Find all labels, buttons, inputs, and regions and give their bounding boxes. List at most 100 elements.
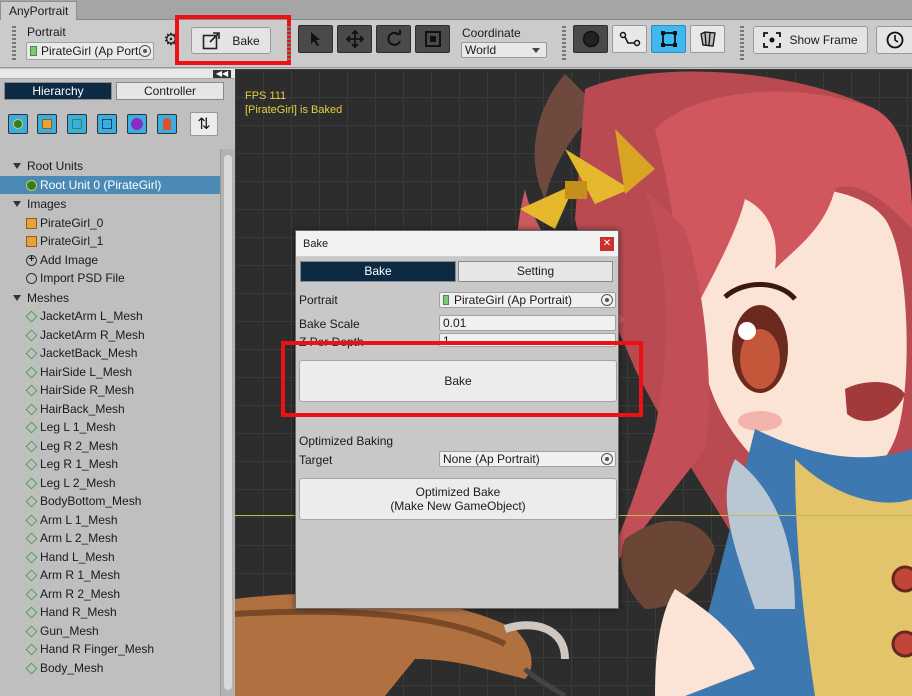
bake-dialog: Bake ✕ Bake Setting Portrait PirateGirl … [295,230,619,609]
tree-item[interactable]: HairBack_Mesh [0,400,220,419]
toolbar-grip[interactable] [562,26,566,62]
physics-toggle-button[interactable] [690,25,725,53]
target-object-field[interactable]: None (Ap Portrait) [439,451,616,467]
bone-toggle-button[interactable] [612,25,647,53]
expand-arrow-icon[interactable] [13,163,21,169]
tree-item-label: Hand R_Mesh [40,605,117,619]
mesh-icon [25,551,38,563]
tab-hierarchy[interactable]: Hierarchy [4,82,112,100]
expand-arrow-icon[interactable] [13,294,21,301]
tree-item-label: Arm R 2_Mesh [40,586,121,601]
tab-bake[interactable]: Bake [300,261,456,282]
tree-item[interactable]: JacketBack_Mesh [0,344,220,363]
tree-section-header[interactable]: Images [0,195,220,214]
tree-item[interactable]: Hand R_Mesh [0,603,220,622]
tab-controller[interactable]: Controller [116,82,224,100]
portrait-label: Portrait [27,25,66,39]
optimized-bake-button[interactable]: Optimized Bake (Make New GameObject) [299,478,617,520]
portrait-label: Portrait [299,293,338,307]
tree-item-label: Body_Mesh [40,660,104,675]
tree-item-label: Add Image [40,252,99,267]
tree-item[interactable]: Leg L 1_Mesh [0,418,220,437]
rotate-tool-button[interactable] [376,25,411,53]
close-icon[interactable]: ✕ [600,237,614,251]
timer-button[interactable] [876,26,912,54]
tree-section-header[interactable]: Root Units [0,157,220,176]
tree-item[interactable]: Root Unit 0 (PirateGirl) [0,175,220,194]
bake-status-text: [PirateGirl] is Baked [245,104,343,116]
tree-item[interactable]: Leg R 2_Mesh [0,437,220,456]
optimized-bake-line1: Optimized Bake [415,485,501,499]
scrollbar-thumb[interactable] [224,155,232,690]
hierarchy-scrollbar[interactable] [220,149,235,696]
tree-item[interactable]: PirateGirl_0 [0,214,220,233]
frame-icon [763,32,782,48]
portrait-object-field[interactable]: PirateGirl (Ap Portrait) [439,292,616,308]
tab-setting[interactable]: Setting [458,261,613,282]
cursor-icon [310,32,320,46]
tree-item[interactable]: Arm L 1_Mesh [0,511,220,530]
chevron-down-icon [532,48,540,53]
tree-item[interactable]: Leg L 2_Mesh [0,474,220,493]
toolbar-grip[interactable] [12,26,16,62]
tree-item[interactable]: Import PSD File [0,269,220,288]
param-filter-icon[interactable] [157,114,177,134]
tree-item[interactable]: Body_Mesh [0,659,220,678]
mesh-icon [25,440,38,452]
mesh-filter-icon[interactable] [67,114,87,134]
tree-item[interactable]: PirateGirl_1 [0,232,220,251]
scale-tool-button[interactable] [415,25,450,53]
expand-arrow-icon[interactable] [13,201,21,207]
tree-item[interactable]: Arm R 1_Mesh [0,566,220,585]
target-label: Target [299,453,333,467]
window-tab-strip: AnyPortrait [0,0,912,20]
mesh-icon [25,662,38,674]
object-picker-icon[interactable] [139,45,151,57]
tree-item[interactable]: JacketArm R_Mesh [0,326,220,345]
image-filter-icon[interactable] [37,114,57,134]
mesh-icon [25,588,38,600]
tree-item[interactable]: Arm R 2_Mesh [0,585,220,604]
show-frame-button[interactable]: Show Frame [753,26,868,54]
coordinate-dropdown[interactable]: World [461,42,547,58]
portrait-field[interactable]: PirateGirl (Ap Portr [26,42,154,60]
object-picker-icon[interactable] [601,294,613,306]
bake-scale-input[interactable]: 0.01 [439,315,616,331]
window-tab[interactable]: AnyPortrait [0,1,78,20]
tree-item-label: HairSide L_Mesh [40,364,133,379]
tree-item-label: HairBack_Mesh [40,401,125,416]
root-unit-filter-icon[interactable] [8,114,28,134]
mesh-toggle-button[interactable] [651,25,686,53]
mesh-icon [25,532,38,545]
object-picker-icon[interactable] [601,453,613,465]
tree-item[interactable]: BodyBottom_Mesh [0,492,220,511]
move-tool-button[interactable] [337,25,372,53]
collapse-left-icon[interactable]: ◀◀ [213,70,231,78]
show-frame-label: Show Frame [789,33,858,47]
portrait-asset-icon [30,46,37,56]
dialog-title-bar[interactable]: Bake ✕ [296,231,618,257]
toolbar-grip[interactable] [287,26,291,62]
sort-order-button[interactable]: ⇅ [190,112,218,136]
mesh-icon [25,366,38,378]
onion-toggle-button[interactable] [573,25,608,53]
tree-item[interactable]: JacketArm L_Mesh [0,307,220,326]
mesh-group-filter-icon[interactable] [97,114,117,134]
dialog-title: Bake [303,238,329,250]
toolbar-grip[interactable] [740,26,744,62]
animation-filter-icon[interactable] [127,114,147,134]
mesh-icon [25,625,38,637]
tree-item[interactable]: Gun_Mesh [0,622,220,641]
tree-item[interactable]: HairSide R_Mesh [0,381,220,400]
tree-item[interactable]: Hand L_Mesh [0,548,220,567]
mesh-icon [25,569,38,582]
tree-item[interactable]: Arm L 2_Mesh [0,529,220,548]
coordinate-dropdown-value: World [465,43,497,57]
tree-section-header[interactable]: Meshes [0,289,220,308]
tree-item[interactable]: HairSide L_Mesh [0,363,220,382]
tree-item[interactable]: Leg R 1_Mesh [0,455,220,474]
tree-item[interactable]: Hand R Finger_Mesh [0,640,220,659]
tree-item[interactable]: + Add Image [0,251,220,270]
select-tool-button[interactable] [298,25,333,53]
tree-item-label: PirateGirl_1 [40,234,104,248]
